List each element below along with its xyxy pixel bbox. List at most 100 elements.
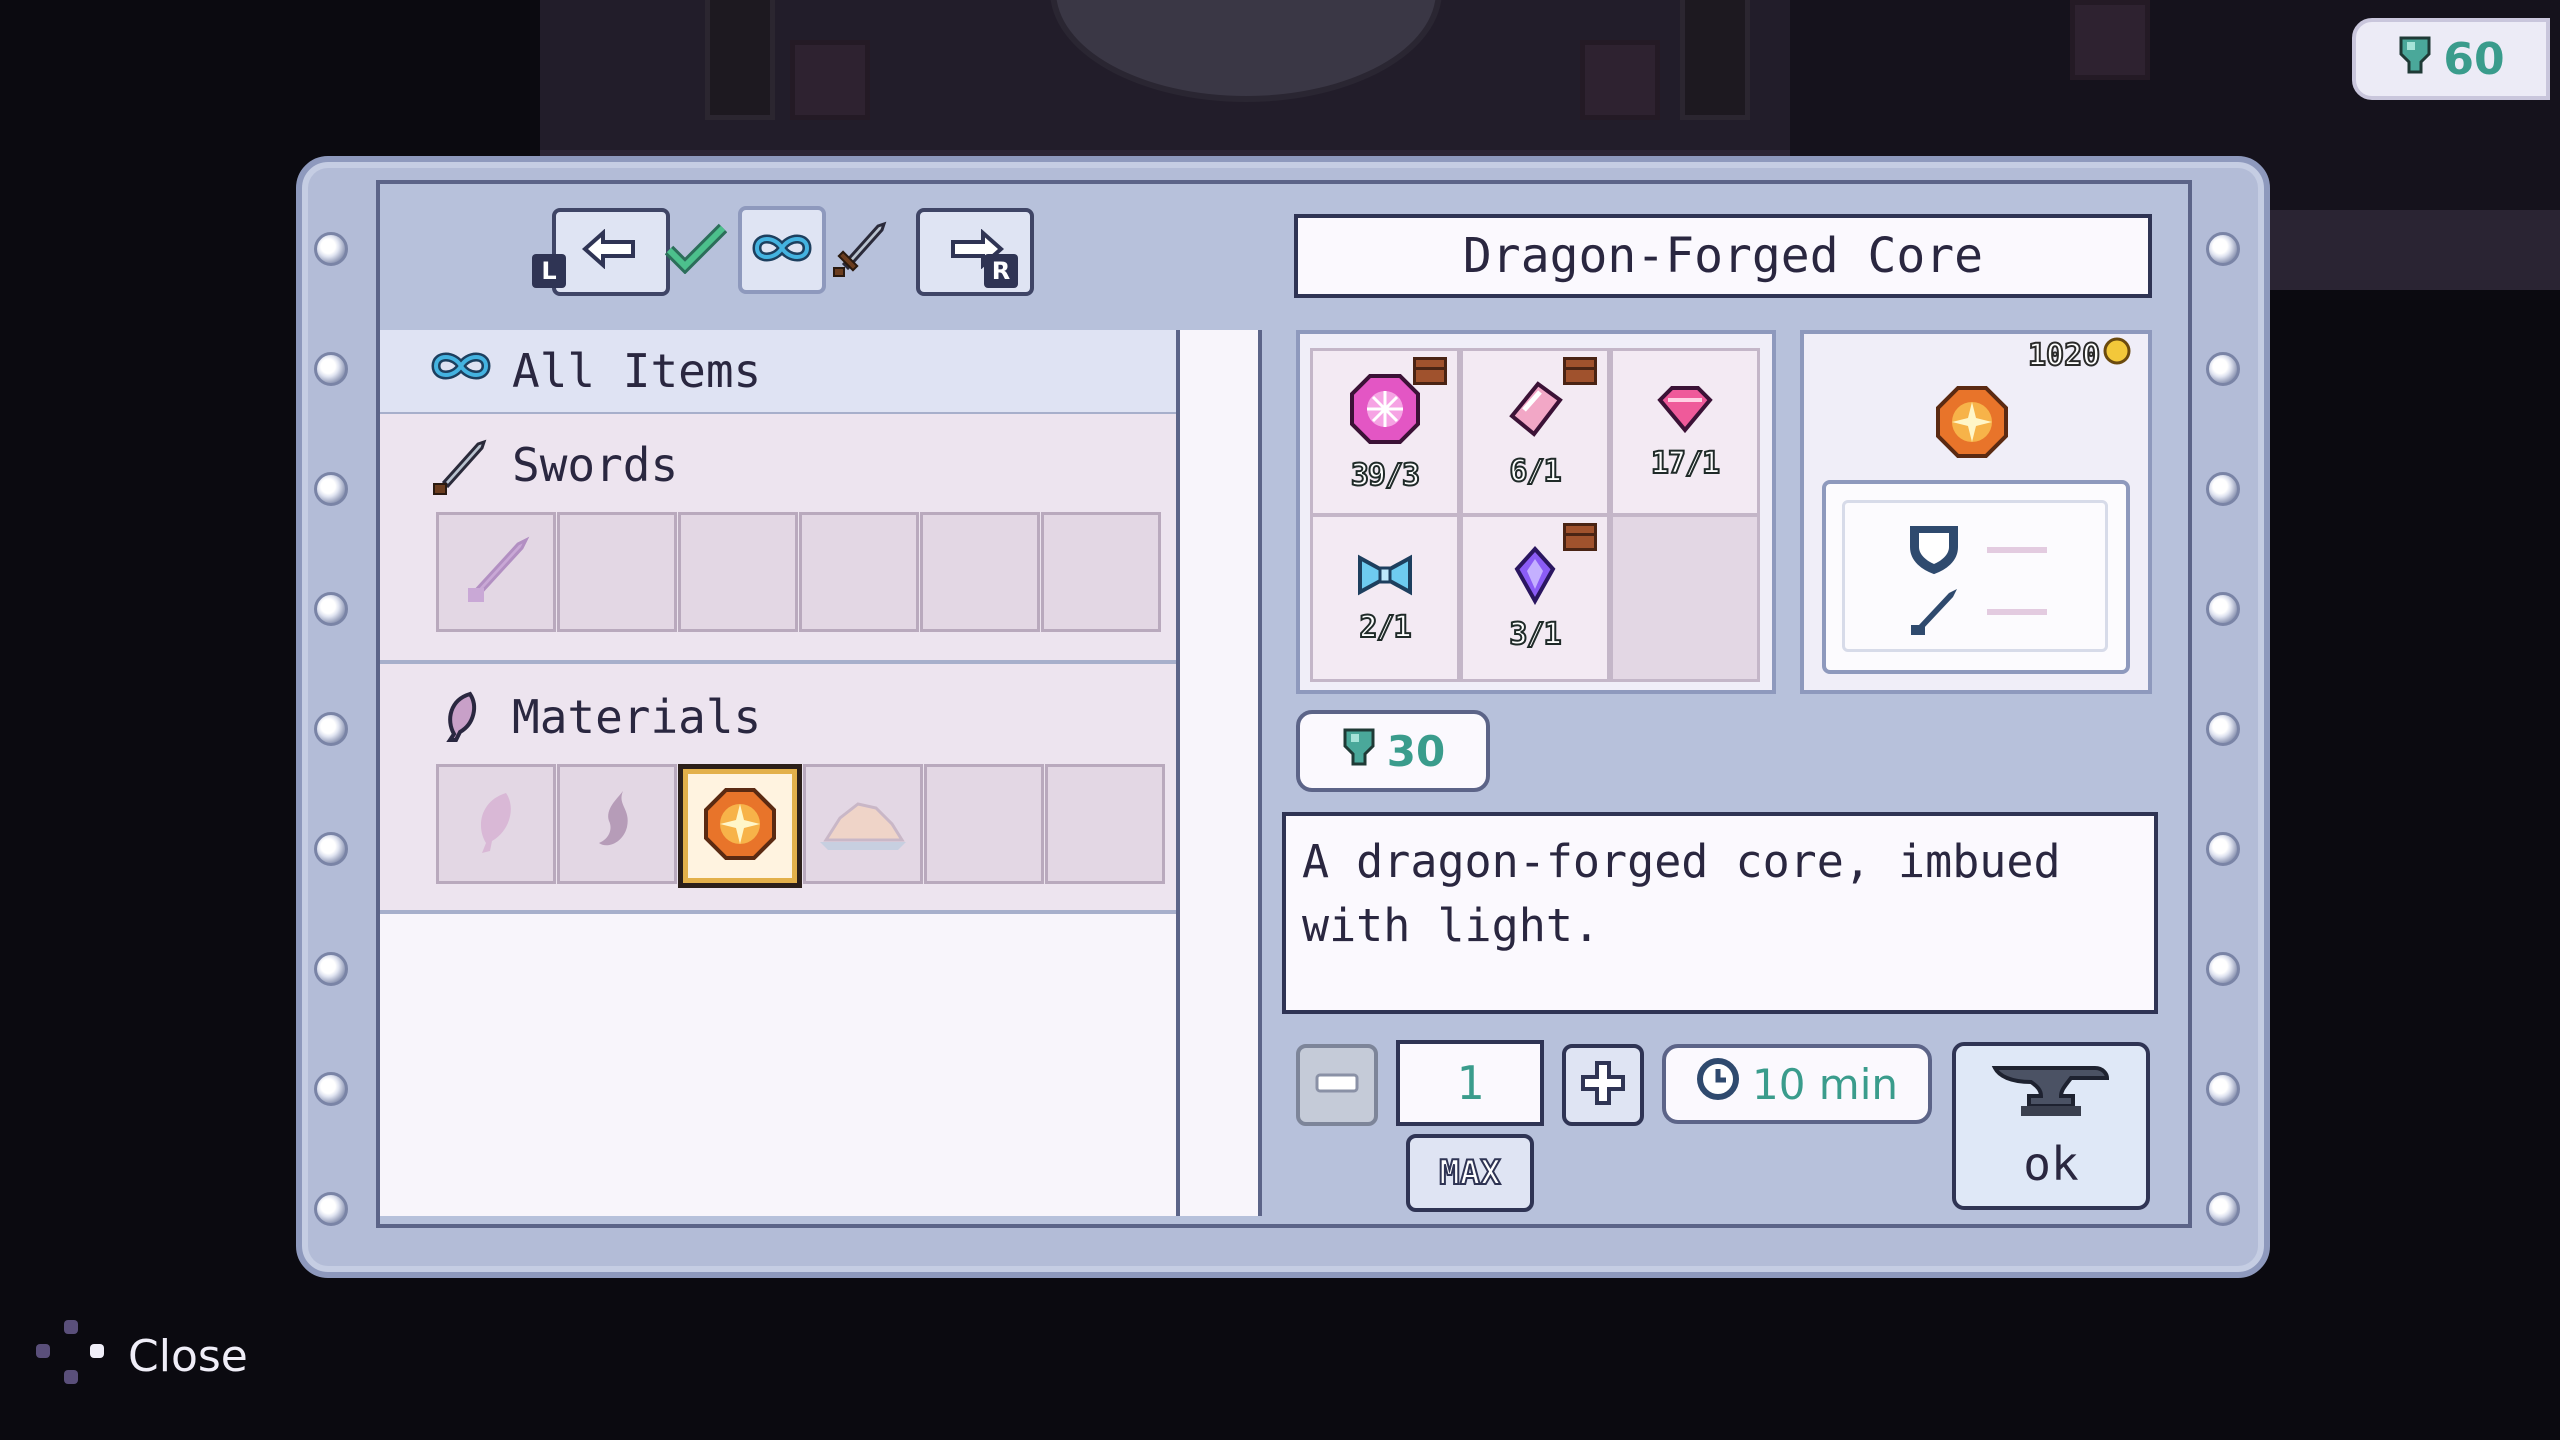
max-quantity-button[interactable]: MAX	[1406, 1134, 1534, 1212]
anvil-icon	[1991, 1062, 2111, 1133]
slot-ore[interactable]	[803, 764, 923, 884]
slot-empty[interactable]	[920, 512, 1040, 632]
slot-empty[interactable]	[1045, 764, 1165, 884]
decrease-quantity-button[interactable]	[1296, 1044, 1378, 1126]
quantity-value: 1	[1456, 1056, 1484, 1110]
dragon-core-icon	[1934, 384, 2010, 464]
tab-completed[interactable]	[660, 210, 732, 290]
slot-feather[interactable]	[436, 764, 556, 884]
rivet-decoration	[2206, 1072, 2240, 1106]
ingredient-cell[interactable]: 6/1	[1460, 348, 1610, 516]
background-pillar	[705, 0, 775, 120]
dpad-icon	[34, 1318, 106, 1394]
feather-item-icon	[466, 787, 526, 861]
ingredient-quantity: 6/1	[1508, 453, 1562, 490]
background-crate	[1580, 40, 1660, 120]
background-crate	[2070, 0, 2150, 80]
background-pillar	[1680, 0, 1750, 120]
claw-item-icon	[587, 787, 647, 861]
shield-stat-bar	[1987, 547, 2047, 553]
rivet-decoration	[2206, 952, 2240, 986]
ingredient-cell[interactable]: 39/3	[1310, 348, 1460, 516]
rivet-decoration	[2206, 712, 2240, 746]
gem-count: 60	[2443, 33, 2505, 85]
ingredient-quantity: 3/1	[1508, 616, 1562, 653]
ingredient-quantity: 17/1	[1650, 445, 1721, 482]
category-label: Swords	[512, 438, 679, 492]
l-trigger-hint: L	[532, 254, 566, 288]
dragon-core-item-icon	[702, 786, 778, 866]
item-title: Dragon-Forged Core	[1294, 214, 2152, 298]
ingredient-cells: 39/3 6/1 17/1 2/1 3/1	[1310, 348, 1760, 682]
slot-sword[interactable]	[436, 512, 556, 632]
category-all-items[interactable]: All Items	[380, 330, 1176, 416]
coin-icon	[2102, 336, 2132, 374]
close-label: Close	[128, 1330, 248, 1382]
slot-empty[interactable]	[924, 764, 1044, 884]
craft-time: 10 min	[1662, 1044, 1932, 1124]
shield-icon	[1907, 523, 1961, 579]
pink-orb-icon	[1348, 372, 1422, 450]
ok-label: ok	[2023, 1136, 2079, 1191]
tab-all-items[interactable]	[738, 206, 826, 294]
category-label: All Items	[512, 344, 762, 398]
slot-empty[interactable]	[1041, 512, 1161, 632]
arrow-left-icon	[581, 223, 641, 281]
storage-chest-icon	[1413, 357, 1447, 385]
gem-cost-value: 30	[1386, 726, 1446, 776]
rivet-decoration	[314, 352, 348, 386]
category-label: Materials	[512, 690, 762, 744]
sword-slots	[436, 512, 1162, 632]
gem-icon	[2397, 34, 2433, 85]
rivet-decoration	[314, 1072, 348, 1106]
rivet-decoration	[2206, 352, 2240, 386]
prev-category-button[interactable]	[552, 208, 670, 296]
feather-icon	[440, 690, 484, 748]
slot-empty[interactable]	[799, 512, 919, 632]
sword-icon	[1907, 585, 1961, 643]
slot-claw[interactable]	[557, 764, 677, 884]
gem-icon	[1341, 726, 1377, 776]
pink-crystal-icon	[1502, 376, 1568, 446]
sword-icon	[830, 218, 890, 282]
storage-chest-icon	[1563, 357, 1597, 385]
sword-icon	[430, 436, 490, 500]
category-materials: Materials	[380, 664, 1176, 914]
infinity-icon	[430, 348, 492, 388]
material-slots	[436, 764, 1166, 888]
gem-counter: 60	[2352, 18, 2550, 100]
minus-icon	[1315, 1073, 1359, 1097]
slot-empty[interactable]	[678, 512, 798, 632]
attack-stat-bar	[1987, 609, 2047, 615]
increase-quantity-button[interactable]	[1562, 1044, 1644, 1126]
gem-cost: 30	[1296, 710, 1490, 792]
close-hint[interactable]: Close	[34, 1318, 248, 1394]
slot-dragon-core[interactable]	[678, 764, 802, 888]
rivet-decoration	[314, 232, 348, 266]
storage-chest-icon	[1563, 523, 1597, 551]
r-trigger-hint: R	[984, 254, 1018, 288]
rivet-decoration	[2206, 1192, 2240, 1226]
stat-list	[1842, 500, 2108, 652]
rivet-decoration	[2206, 472, 2240, 506]
check-icon	[664, 222, 728, 278]
craft-ok-button[interactable]: ok	[1952, 1042, 2150, 1210]
ore-item-icon	[818, 792, 908, 856]
rivet-decoration	[314, 952, 348, 986]
item-title-text: Dragon-Forged Core	[1462, 228, 1984, 284]
quantity-field[interactable]: 1	[1396, 1040, 1544, 1126]
max-label: MAX	[1438, 1152, 1501, 1194]
ingredient-cell[interactable]: 17/1	[1610, 348, 1760, 516]
slot-empty[interactable]	[557, 512, 677, 632]
rivet-decoration	[314, 832, 348, 866]
sword-item-icon	[456, 530, 536, 614]
pink-gem-icon	[1654, 384, 1716, 438]
tab-swords[interactable]	[824, 210, 896, 290]
clock-icon	[1696, 1057, 1740, 1111]
plus-icon	[1579, 1059, 1627, 1111]
ingredient-cell[interactable]: 2/1	[1310, 514, 1460, 682]
price-value: 1020	[2027, 337, 2101, 374]
description-text: A dragon-forged core, imbued with light.	[1302, 835, 2061, 952]
ingredient-cell[interactable]: 3/1	[1460, 514, 1610, 682]
purple-crystal-icon	[1511, 545, 1559, 609]
